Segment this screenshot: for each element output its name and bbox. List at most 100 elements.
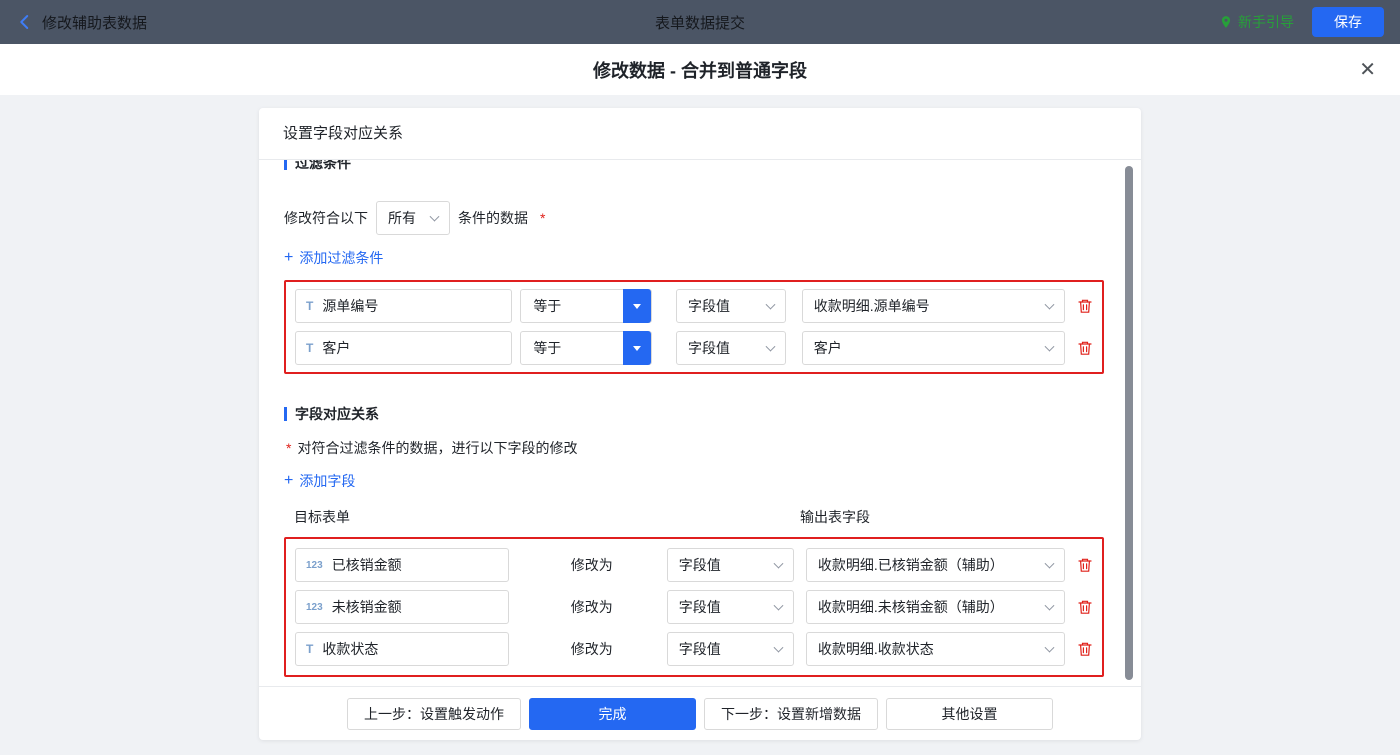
done-button[interactable]: 完成	[529, 698, 696, 730]
filter-value-type-select[interactable]: 字段值	[676, 331, 786, 365]
chevron-down-icon	[1045, 300, 1055, 310]
filter-field-input[interactable]: T 客户	[295, 331, 512, 365]
text-field-icon: T	[306, 341, 313, 355]
number-field-icon: 123	[306, 602, 323, 613]
back-nav[interactable]: 修改辅助表数据	[16, 12, 147, 33]
chevron-down-icon	[1045, 643, 1055, 653]
scrollbar[interactable]	[1125, 162, 1133, 684]
operator-caret-button[interactable]	[623, 289, 651, 323]
required-mark: *	[540, 210, 545, 226]
filter-operator-select[interactable]: 等于	[520, 289, 652, 323]
add-field-link[interactable]: + 添加字段	[284, 471, 355, 491]
guide-pin-icon	[1219, 15, 1233, 29]
top-bar: 修改辅助表数据 表单数据提交 新手引导 保存	[0, 0, 1400, 44]
value-value: 收款明细.收款状态	[818, 639, 934, 659]
target-field-input[interactable]: T 收款状态	[295, 632, 509, 666]
value-value: 收款明细.已核销金额（辅助）	[818, 555, 1004, 575]
value-type-value: 字段值	[679, 555, 721, 575]
operator-caret-button[interactable]	[623, 331, 651, 365]
value-type-value: 字段值	[679, 639, 721, 659]
mapping-description-row: * 对符合过滤条件的数据，进行以下字段的修改	[284, 438, 1104, 458]
save-button[interactable]: 保存	[1312, 7, 1384, 37]
scrollbar-thumb[interactable]	[1125, 166, 1133, 680]
chevron-down-icon	[773, 643, 783, 653]
text-field-icon: T	[306, 642, 313, 656]
mapping-section-header: 字段对应关系	[284, 404, 1104, 424]
filter-row: T 客户 等于 字段值 客户	[295, 331, 1093, 365]
value-type-value: 字段值	[688, 296, 730, 316]
prev-step-button[interactable]: 上一步：设置触发动作	[347, 698, 521, 730]
mapping-row: T 收款状态 修改为 字段值 收款明细.收款状态	[295, 632, 1093, 666]
chevron-down-icon	[773, 559, 783, 569]
target-field-label: 未核销金额	[332, 597, 402, 617]
modal-header: 修改数据 - 合并到普通字段 ✕	[0, 44, 1400, 95]
card-footer: 上一步：设置触发动作 完成 下一步：设置新增数据 其他设置	[259, 686, 1141, 740]
value-value: 收款明细.未核销金额（辅助）	[818, 597, 1004, 617]
plus-icon: +	[284, 473, 293, 489]
filter-field-label: 源单编号	[322, 296, 378, 316]
back-chevron-icon[interactable]	[16, 13, 34, 31]
match-mode-select[interactable]: 所有	[376, 201, 450, 235]
chevron-down-icon	[1045, 559, 1055, 569]
operator-value: 等于	[533, 296, 561, 316]
mapping-highlight-box: 123 已核销金额 修改为 字段值 收款明细.已核销金额（辅助）	[284, 537, 1104, 677]
mapping-description: 对符合过滤条件的数据，进行以下字段的修改	[297, 438, 577, 458]
value-value: 收款明细.源单编号	[814, 296, 930, 316]
target-field-input[interactable]: 123 未核销金额	[295, 590, 509, 624]
filter-highlight-box: T 源单编号 等于 字段值 收款明细.源单编号	[284, 280, 1104, 374]
other-settings-button[interactable]: 其他设置	[886, 698, 1053, 730]
card-header-title: 设置字段对应关系	[259, 108, 1141, 160]
delete-mapping-row-icon[interactable]	[1077, 599, 1093, 615]
target-field-label: 已核销金额	[332, 555, 402, 575]
card-content: 过滤条件 修改符合以下 所有 条件的数据 * + 添加过滤条件	[259, 160, 1141, 686]
match-mode-value: 所有	[388, 208, 416, 228]
filter-field-input[interactable]: T 源单编号	[295, 289, 512, 323]
back-label[interactable]: 修改辅助表数据	[42, 12, 147, 33]
mapping-row: 123 已核销金额 修改为 字段值 收款明细.已核销金额（辅助）	[295, 548, 1093, 582]
mapping-row: 123 未核销金额 修改为 字段值 收款明细.未核销金额（辅助）	[295, 590, 1093, 624]
condition-suffix: 条件的数据	[458, 208, 528, 228]
chevron-down-icon	[430, 212, 440, 222]
close-icon[interactable]: ✕	[1359, 60, 1376, 80]
filter-value-select[interactable]: 收款明细.源单编号	[802, 289, 1065, 323]
next-step-button[interactable]: 下一步：设置新增数据	[704, 698, 878, 730]
mapping-value-select[interactable]: 收款明细.未核销金额（辅助）	[806, 590, 1065, 624]
modify-to-label: 修改为	[517, 639, 667, 659]
delete-filter-row-icon[interactable]	[1077, 298, 1093, 314]
mapping-column-headers: 目标表单 输出表字段	[284, 507, 1104, 527]
mapping-section-title: 字段对应关系	[295, 404, 379, 424]
delete-filter-row-icon[interactable]	[1077, 340, 1093, 356]
delete-mapping-row-icon[interactable]	[1077, 557, 1093, 573]
filter-value-type-select[interactable]: 字段值	[676, 289, 786, 323]
target-field-input[interactable]: 123 已核销金额	[295, 548, 509, 582]
add-filter-link[interactable]: + 添加过滤条件	[284, 248, 383, 268]
settings-card: 设置字段对应关系 过滤条件 修改符合以下 所有 条件的数据 *	[259, 108, 1141, 740]
plus-icon: +	[284, 250, 293, 266]
modify-to-label: 修改为	[517, 555, 667, 575]
text-field-icon: T	[306, 299, 313, 313]
number-field-icon: 123	[306, 560, 323, 571]
guide-label: 新手引导	[1238, 12, 1294, 32]
guide-link[interactable]: 新手引导	[1219, 12, 1294, 32]
chevron-down-icon	[773, 601, 783, 611]
filter-value-select[interactable]: 客户	[802, 331, 1065, 365]
condition-prefix: 修改符合以下	[284, 208, 368, 228]
chevron-down-icon	[765, 342, 775, 352]
topbar-actions: 新手引导 保存	[1219, 7, 1384, 37]
filter-section-title: 过滤条件	[295, 160, 351, 172]
mapping-value-type-select[interactable]: 字段值	[667, 632, 794, 666]
mapping-value-type-select[interactable]: 字段值	[667, 548, 794, 582]
filter-operator-select[interactable]: 等于	[520, 331, 652, 365]
modify-to-label: 修改为	[517, 597, 667, 617]
mapping-value-select[interactable]: 收款明细.收款状态	[806, 632, 1065, 666]
target-field-label: 收款状态	[322, 639, 378, 659]
chevron-down-icon	[1045, 601, 1055, 611]
topbar-title: 表单数据提交	[655, 12, 745, 33]
modal-title: 修改数据 - 合并到普通字段	[593, 57, 807, 83]
chevron-down-icon	[1045, 342, 1055, 352]
filter-row: T 源单编号 等于 字段值 收款明细.源单编号	[295, 289, 1093, 323]
mapping-value-type-select[interactable]: 字段值	[667, 590, 794, 624]
delete-mapping-row-icon[interactable]	[1077, 641, 1093, 657]
section-accent-bar	[284, 160, 287, 170]
mapping-value-select[interactable]: 收款明细.已核销金额（辅助）	[806, 548, 1065, 582]
